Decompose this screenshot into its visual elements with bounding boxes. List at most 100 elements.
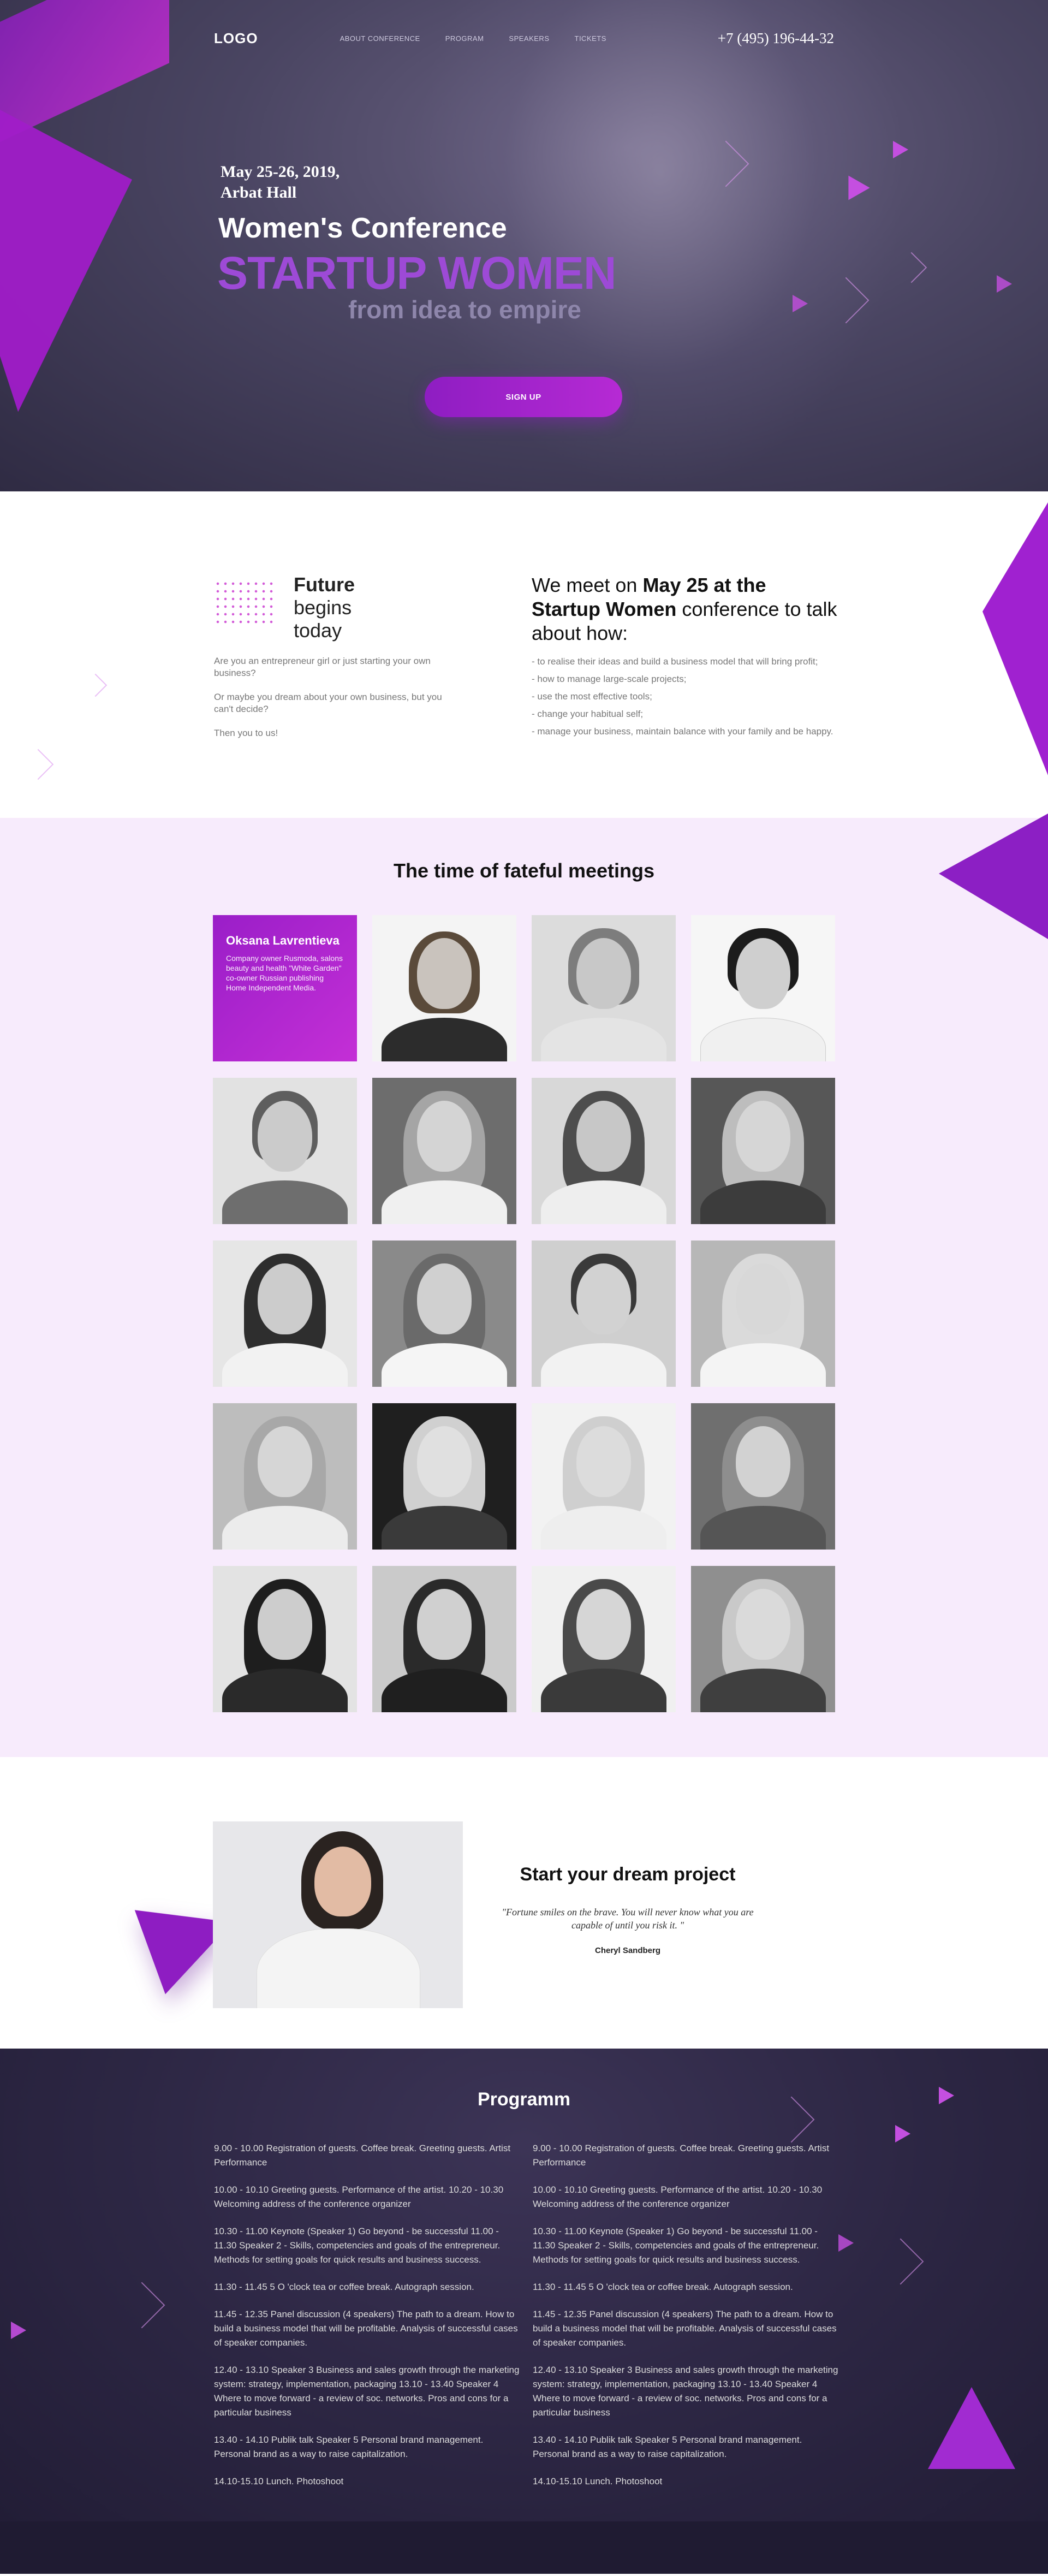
program-item: 10.00 - 10.10 Greeting guests. Performan… bbox=[533, 2185, 823, 2209]
dot-pattern bbox=[214, 580, 277, 628]
hero-tagline: from idea to empire bbox=[348, 295, 581, 324]
portrait-body bbox=[700, 1343, 826, 1387]
speaker-card[interactable] bbox=[372, 1403, 516, 1550]
topic-item: - change your habitual self; bbox=[532, 709, 644, 719]
hero-background-photo bbox=[415, 0, 906, 491]
speaker-card-featured[interactable]: Oksana Lavrentieva Company owner Rusmoda… bbox=[213, 915, 357, 1061]
portrait-face bbox=[258, 1101, 312, 1172]
speaker-card[interactable] bbox=[372, 1566, 516, 1712]
about-section: Future begins today Are you an entrepren… bbox=[0, 491, 1048, 818]
program-item: 10.30 - 11.00 Keynote (Speaker 1) Go bey… bbox=[214, 2226, 501, 2265]
speaker-card[interactable] bbox=[691, 1403, 835, 1550]
program-item: 11.30 - 11.45 5 O 'clock tea or coffee b… bbox=[214, 2282, 474, 2292]
portrait-body bbox=[382, 1669, 507, 1712]
portrait-body bbox=[541, 1506, 666, 1550]
speaker-card[interactable] bbox=[372, 1078, 516, 1224]
decor-triangle bbox=[939, 2087, 954, 2104]
top-navigation: LOGO ABOUT CONFERENCE PROGRAM SPEAKERS T… bbox=[214, 27, 834, 49]
event-date-line: May 25-26, 2019, bbox=[221, 163, 340, 181]
portrait-face bbox=[576, 938, 631, 1009]
program-item: 13.40 - 14.10 Publik talk Speaker 5 Pers… bbox=[533, 2435, 802, 2459]
decor-outline bbox=[877, 2238, 924, 2285]
main-menu: ABOUT CONFERENCE PROGRAM SPEAKERS TICKET… bbox=[340, 34, 606, 43]
speaker-card[interactable] bbox=[213, 1566, 357, 1712]
speaker-card[interactable] bbox=[213, 1403, 357, 1550]
menu-item-program[interactable]: PROGRAM bbox=[445, 34, 484, 43]
decor-triangle bbox=[838, 2234, 854, 2252]
future-heading-bold: Future bbox=[294, 573, 355, 596]
program-column-right: 9.00 - 10.00 Registration of guests. Cof… bbox=[533, 2141, 838, 2502]
program-heading: Programm bbox=[477, 2089, 571, 2110]
footer-strip bbox=[0, 2521, 1048, 2574]
logo[interactable]: LOGO bbox=[214, 30, 258, 47]
speaker-card[interactable] bbox=[532, 1403, 676, 1550]
future-heading-line: begins bbox=[294, 596, 352, 619]
topic-item: - manage your business, maintain balance… bbox=[532, 726, 833, 737]
menu-item-tickets[interactable]: TICKETS bbox=[575, 34, 606, 43]
decor-triangle bbox=[997, 275, 1012, 293]
speaker-card[interactable] bbox=[691, 915, 835, 1061]
portrait-face bbox=[417, 1589, 472, 1660]
portrait-face bbox=[258, 1426, 312, 1497]
portrait-face bbox=[314, 1847, 371, 1916]
speaker-card[interactable] bbox=[372, 1240, 516, 1387]
portrait-face bbox=[576, 1426, 631, 1497]
portrait-body bbox=[700, 1018, 826, 1061]
decor-triangle bbox=[982, 502, 1048, 775]
program-item: 14.10-15.10 Lunch. Photoshoot bbox=[533, 2476, 663, 2486]
phone-number[interactable]: +7 (495) 196-44-32 bbox=[718, 30, 834, 47]
quote-text: "Fortune smiles on the brave. You will n… bbox=[502, 1907, 754, 1931]
speakers-section: The time of fateful meetings Oksana Lavr… bbox=[0, 814, 1048, 1757]
decor-triangle bbox=[939, 814, 1048, 939]
portrait-body bbox=[541, 1180, 666, 1224]
portrait-body bbox=[257, 1928, 420, 2008]
program-item: 11.45 - 12.35 Panel discussion (4 speake… bbox=[214, 2309, 518, 2348]
event-venue-line: Arbat Hall bbox=[221, 183, 297, 201]
hero-title: Women's Conference bbox=[218, 212, 507, 244]
meet-heading-prefix: We meet on bbox=[532, 574, 643, 596]
program-item: 11.45 - 12.35 Panel discussion (4 speake… bbox=[533, 2309, 837, 2348]
portrait-body bbox=[382, 1018, 507, 1061]
speaker-card[interactable] bbox=[532, 1078, 676, 1224]
decor-triangle bbox=[793, 295, 808, 312]
quote-heading: Start your dream project bbox=[520, 1864, 736, 1885]
future-heading-line: today bbox=[294, 619, 342, 642]
program-item: 11.30 - 11.45 5 O 'clock tea or coffee b… bbox=[533, 2282, 793, 2292]
decor-triangle bbox=[11, 2322, 26, 2339]
speakers-heading: The time of fateful meetings bbox=[393, 859, 655, 882]
program-item: 9.00 - 10.00 Registration of guests. Cof… bbox=[533, 2143, 830, 2168]
decor-triangle bbox=[895, 2125, 910, 2142]
speaker-card[interactable] bbox=[532, 1566, 676, 1712]
speaker-card[interactable] bbox=[372, 915, 516, 1061]
portrait-body bbox=[700, 1506, 826, 1550]
portrait-body bbox=[382, 1343, 507, 1387]
portrait-face bbox=[417, 1101, 472, 1172]
decor-outline bbox=[84, 673, 108, 697]
portrait-body bbox=[382, 1180, 507, 1224]
speaker-card[interactable] bbox=[213, 1078, 357, 1224]
speaker-card[interactable] bbox=[532, 915, 676, 1061]
program-item: 13.40 - 14.10 Publik talk Speaker 5 Pers… bbox=[214, 2435, 484, 2459]
portrait-face bbox=[417, 938, 472, 1009]
intro-paragraph: Then you to us! bbox=[214, 728, 278, 738]
speaker-card[interactable] bbox=[213, 1240, 357, 1387]
speaker-card[interactable] bbox=[532, 1240, 676, 1387]
intro-paragraph: Are you an entrepreneur girl or just sta… bbox=[214, 656, 431, 678]
portrait-face bbox=[736, 938, 790, 1009]
decor-outline bbox=[22, 749, 54, 780]
speaker-card[interactable] bbox=[691, 1240, 835, 1387]
meet-heading: We meet on May 25 at the Startup Women c… bbox=[532, 573, 837, 645]
program-item: 10.00 - 10.10 Greeting guests. Performan… bbox=[214, 2185, 504, 2209]
quote-author: Cheryl Sandberg bbox=[594, 1946, 661, 1955]
speaker-name: Oksana Lavrentieva bbox=[226, 934, 340, 947]
decor-triangle bbox=[928, 2387, 1015, 2469]
speaker-card[interactable] bbox=[691, 1078, 835, 1224]
menu-item-about[interactable]: ABOUT CONFERENCE bbox=[340, 34, 420, 43]
program-item: 12.40 - 13.10 Speaker 3 Business and sal… bbox=[533, 2365, 838, 2418]
future-intro: Are you an entrepreneur girl or just sta… bbox=[214, 655, 449, 751]
speaker-card[interactable] bbox=[691, 1566, 835, 1712]
sign-up-button[interactable]: SIGN UP bbox=[425, 377, 622, 417]
topic-item: - how to manage large-scale projects; bbox=[532, 674, 687, 684]
portrait-face bbox=[736, 1263, 790, 1334]
menu-item-speakers[interactable]: SPEAKERS bbox=[509, 34, 549, 43]
